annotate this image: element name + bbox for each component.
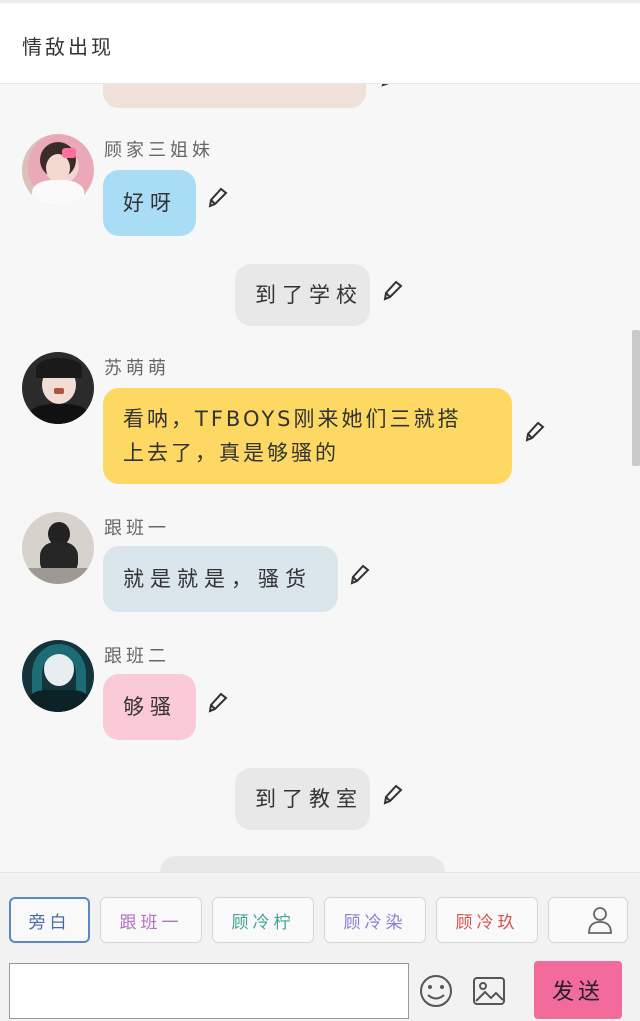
pencil-icon[interactable] [205, 185, 229, 209]
role-narrator-button[interactable]: 旁白 [9, 897, 90, 943]
message-bubble-partial [103, 84, 366, 108]
narration-text: 到了教室 [255, 787, 363, 811]
sender-name: 跟班二 [104, 646, 170, 667]
role-more-button[interactable] [548, 897, 628, 943]
role-label: 跟班一 [119, 912, 183, 933]
message-bubble: 看呐，TFBOYS刚来她们三就搭 上去了，真是够骚的 [103, 388, 512, 484]
message-bubble: 好呀 [103, 170, 196, 236]
user-icon [588, 907, 612, 934]
role-label: 顾冷玖 [455, 912, 519, 933]
role-gu-lengjiu-button[interactable]: 顾冷玖 [436, 897, 538, 943]
image-icon[interactable] [469, 971, 509, 1011]
emoji-icon[interactable] [416, 971, 456, 1011]
message-text-line-1: 看呐，TFBOYS刚来她们三就搭 [123, 407, 462, 431]
message-text-line-2: 上去了，真是够骚的 [123, 441, 339, 465]
send-label: 发送 [551, 980, 604, 1005]
avatar[interactable] [22, 512, 94, 584]
role-follower-one-button[interactable]: 跟班一 [100, 897, 202, 943]
role-label: 旁白 [28, 912, 71, 933]
pencil-icon[interactable] [205, 690, 229, 714]
sender-name: 跟班一 [104, 518, 170, 539]
header: 情敌出现 [0, 0, 640, 84]
pencil-icon[interactable] [347, 562, 371, 586]
message-bubble: 够骚 [103, 674, 196, 740]
avatar[interactable] [22, 352, 94, 424]
scrollbar[interactable] [632, 330, 640, 466]
pencil-icon[interactable] [380, 278, 404, 302]
avatar[interactable] [22, 640, 94, 712]
message-text: 好呀 [123, 191, 177, 215]
chat-area[interactable]: 顾家三姐妹 好呀 到了学校 苏萌萌 看呐，TFBOYS刚来她们三就搭 上去了，真… [0, 84, 640, 872]
role-gu-lengning-button[interactable]: 顾冷柠 [212, 897, 314, 943]
narration-bubble-partial [160, 856, 445, 872]
role-label: 顾冷染 [343, 912, 407, 933]
narration-bubble: 到了教室 [235, 768, 370, 830]
narration-text: 到了学校 [255, 283, 363, 307]
avatar[interactable] [22, 134, 94, 206]
narration-bubble: 到了学校 [235, 264, 370, 326]
sender-name: 苏萌萌 [104, 358, 170, 379]
message-text: 就是就是，骚货 [123, 567, 312, 591]
send-button[interactable]: 发送 [534, 961, 622, 1019]
pencil-icon[interactable] [380, 782, 404, 806]
message-text: 够骚 [123, 695, 177, 719]
page-title: 情敌出现 [22, 35, 114, 59]
pencil-icon[interactable] [522, 419, 546, 443]
input-toolbar: 旁白 跟班一 顾冷柠 顾冷染 顾冷玖 发送 [0, 872, 640, 1021]
message-bubble: 就是就是，骚货 [103, 546, 338, 612]
pencil-icon[interactable] [378, 84, 402, 90]
sender-name: 顾家三姐妹 [104, 140, 214, 161]
role-gu-lengran-button[interactable]: 顾冷染 [324, 897, 426, 943]
message-input[interactable] [9, 963, 409, 1019]
role-label: 顾冷柠 [231, 912, 295, 933]
